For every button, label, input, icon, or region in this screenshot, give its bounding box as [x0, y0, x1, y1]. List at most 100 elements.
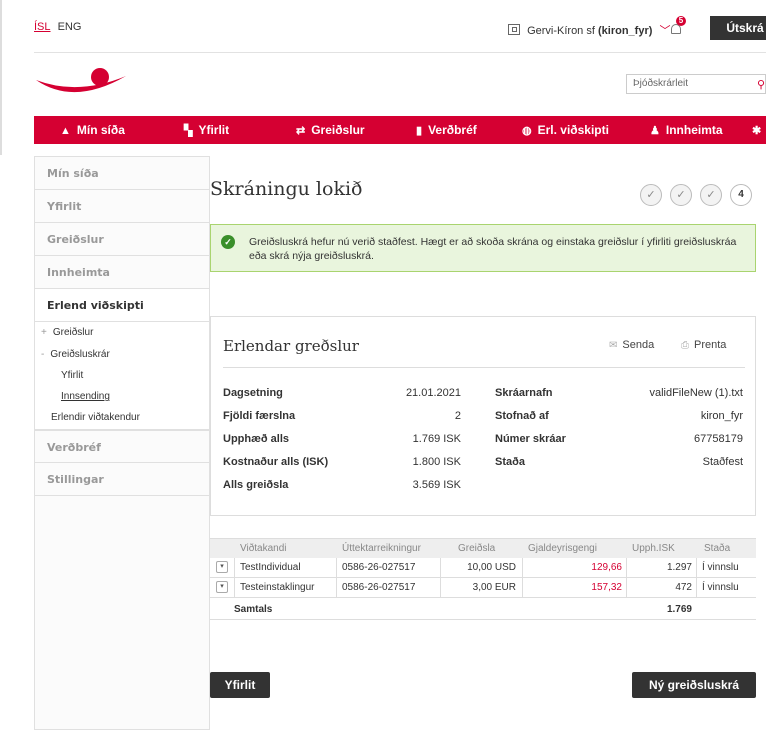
- search-placeholder: Þjóðskrárleit: [633, 78, 689, 89]
- table-row: ▾ TestIndividual 0586-26-027517 10,00 US…: [210, 558, 756, 578]
- mail-icon: ✉: [609, 340, 618, 351]
- sidebar-sub-files[interactable]: - Greiðsluskrár: [41, 349, 110, 360]
- label-cost: Kostnaður alls (ISK): [223, 456, 329, 468]
- label-total-payment: Alls greiðsla: [223, 479, 289, 491]
- th-status[interactable]: Staða: [704, 543, 730, 554]
- th-account[interactable]: Úttektarreikningur: [342, 543, 421, 554]
- th-amount-isk[interactable]: Upph.ISK: [632, 543, 675, 554]
- success-alert: ✓ Greiðsluskrá hefur nú verið staðfest. …: [210, 224, 756, 272]
- sidebar-item-securities[interactable]: Verðbréf: [35, 430, 209, 463]
- sidebar-sub-files-upload[interactable]: Innsending: [61, 391, 110, 402]
- header-divider: [34, 52, 766, 53]
- th-recipient[interactable]: Viðtakandi: [240, 543, 287, 554]
- nav-item-payments[interactable]: ⇄ Greiðslur: [296, 116, 365, 144]
- check-circle-icon: ✓: [221, 235, 235, 249]
- sidebar-item-payments[interactable]: Greiðslur: [35, 223, 209, 256]
- notifications-bell[interactable]: 5: [666, 16, 688, 38]
- step-3-done: ✓: [700, 184, 722, 206]
- value-cost: 1.800 ISK: [412, 456, 461, 468]
- cell-account: 0586-26-027517: [342, 562, 416, 573]
- cell-amount-isk: 1.297: [666, 562, 692, 573]
- alert-text: Greiðsluskrá hefur nú verið staðfest. Hæ…: [249, 236, 737, 262]
- sidebar-item-my-page[interactable]: Mín síða: [35, 157, 209, 190]
- label-status: Staða: [495, 456, 525, 468]
- nav-item-securities[interactable]: ▮ Verðbréf: [416, 116, 477, 144]
- nav-item-my-page[interactable]: ▲ Mín síða: [60, 116, 125, 144]
- cell-recipient: Testeinstaklingur: [240, 582, 315, 593]
- building-icon: [508, 24, 520, 35]
- col-divider: [336, 558, 337, 578]
- brand-logo[interactable]: [34, 66, 134, 106]
- col-divider: [696, 558, 697, 578]
- cell-status: Í vinnslu: [702, 562, 739, 573]
- sidebar-sub-payments[interactable]: + Greiðslur: [41, 327, 93, 338]
- send-button[interactable]: ✉ Senda: [609, 339, 654, 351]
- value-date: 21.01.2021: [405, 387, 461, 399]
- sidebar: Mín síða Yfirlit Greiðslur Innheimta Erl…: [34, 156, 210, 730]
- page-title: Skráningu lokið: [210, 178, 363, 200]
- value-total-payment: 3.569 ISK: [412, 479, 461, 491]
- step-1-done: ✓: [640, 184, 662, 206]
- sidebar-sub-files-overview[interactable]: Yfirlit: [61, 370, 83, 381]
- sub-label: Greiðslur: [52, 327, 94, 338]
- row-expand-toggle[interactable]: ▾: [216, 561, 228, 573]
- cell-account: 0586-26-027517: [342, 582, 416, 593]
- new-file-button[interactable]: Ný greiðsluskrá: [632, 672, 756, 698]
- value-file-number: 67758179: [694, 433, 743, 445]
- cell-rate: 129,66: [591, 562, 622, 573]
- nav-settings-gear[interactable]: ✱: [752, 116, 766, 144]
- sidebar-sub-recipients[interactable]: Erlendir viðtakendur: [51, 412, 140, 423]
- table-total-row: Samtals 1.769: [210, 598, 756, 620]
- row-expand-toggle[interactable]: ▾: [216, 581, 228, 593]
- th-rate[interactable]: Gjaldeyrisgengi: [528, 543, 597, 554]
- label-count: Fjöldi færslna: [223, 410, 296, 422]
- nav-item-collection[interactable]: ♟ Innheimta: [650, 116, 723, 144]
- page-gutter: [0, 0, 20, 730]
- bar-chart-icon: ▮: [416, 125, 423, 137]
- sidebar-item-foreign[interactable]: Erlend viðskipti: [35, 289, 209, 322]
- label-filename: Skráarnafn: [495, 387, 553, 399]
- transfer-icon: ⇄: [296, 125, 306, 137]
- nav-label: Greiðslur: [311, 123, 365, 137]
- search-icon[interactable]: ⚲: [757, 78, 765, 91]
- book-icon: ▚: [184, 125, 193, 137]
- cell-recipient: TestIndividual: [240, 562, 301, 573]
- nav-item-foreign[interactable]: ◍ Erl. viðskipti: [522, 116, 609, 144]
- value-created-by: kiron_fyr: [700, 410, 743, 422]
- print-button[interactable]: ⎙ Prenta: [681, 339, 726, 351]
- nav-label: Mín síða: [76, 123, 125, 137]
- sidebar-item-overview[interactable]: Yfirlit: [35, 190, 209, 223]
- label-date: Dagsetning: [223, 387, 283, 399]
- label-created-by: Stofnað af: [495, 410, 549, 422]
- value-count: 2: [454, 410, 461, 422]
- nav-label: Erl. viðskipti: [537, 123, 609, 137]
- nav-label: Yfirlit: [198, 123, 230, 137]
- nav-item-overview[interactable]: ▚ Yfirlit: [184, 116, 229, 144]
- total-label: Samtals: [234, 604, 273, 615]
- company-selector[interactable]: Gervi-Kíron sf (kiron_fyr) ﹀: [508, 22, 670, 38]
- user-icon: ▲: [60, 125, 71, 137]
- lang-isl-link[interactable]: ÍSL: [34, 21, 51, 33]
- col-divider: [234, 558, 235, 578]
- summary-card: Erlendar greðslur ✉ Senda ⎙ Prenta Dagsetn…: [210, 316, 756, 516]
- cell-payment: 3,00 EUR: [472, 582, 516, 593]
- cell-rate: 157,32: [591, 582, 622, 593]
- logout-button[interactable]: Útskrá: [710, 16, 766, 40]
- lang-eng-link[interactable]: ENG: [58, 21, 82, 33]
- gutter-edge: [0, 0, 2, 155]
- sidebar-item-collection[interactable]: Innheimta: [35, 256, 209, 289]
- card-title: Erlendar greðslur: [223, 337, 359, 355]
- value-status: Staðfest: [702, 456, 743, 468]
- person-icon: ♟: [650, 125, 660, 137]
- sidebar-item-settings[interactable]: Stillingar: [35, 463, 209, 496]
- language-switch: ÍSL ENG: [34, 21, 81, 33]
- app-frame: ÍSL ENG Gervi-Kíron sf (kiron_fyr) ﹀ 5 Ú…: [20, 0, 766, 730]
- overview-button[interactable]: Yfirlit: [210, 672, 270, 698]
- registry-search-input[interactable]: Þjóðskrárleit ⚲: [626, 74, 766, 94]
- step-2-done: ✓: [670, 184, 692, 206]
- nav-label: Innheimta: [665, 123, 723, 137]
- col-divider: [696, 578, 697, 598]
- print-label: Prenta: [694, 339, 727, 351]
- label-amount: Upphæð alls: [223, 433, 290, 445]
- th-payment[interactable]: Greiðsla: [458, 543, 495, 554]
